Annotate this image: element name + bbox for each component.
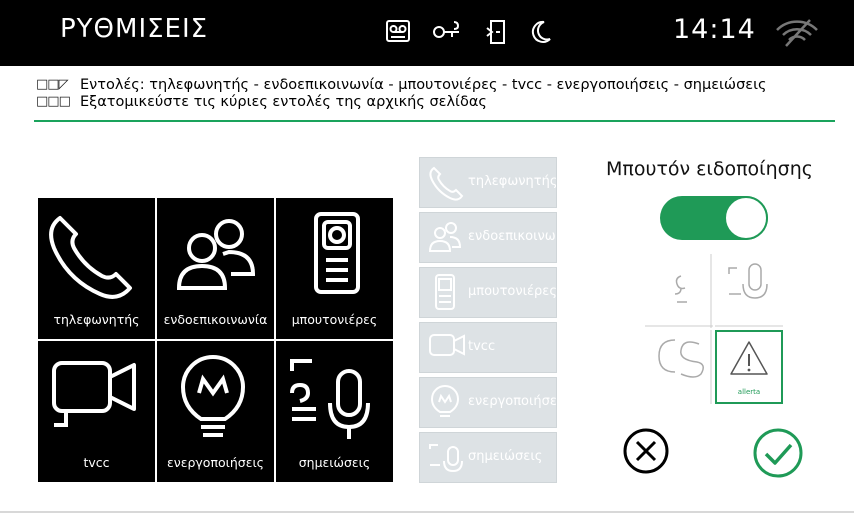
clock: 14:14 [673, 14, 756, 45]
command-grid: τηλεφωνητής ενδοεπικοινωνία μπουτονιέρες… [38, 198, 393, 482]
tile-tvcc[interactable]: tvcc [38, 341, 155, 482]
close-circle-icon [623, 428, 669, 474]
cancel-button[interactable] [622, 427, 670, 475]
tile-activations[interactable]: ενεργοποιήσεις [157, 341, 274, 482]
notes-mic-icon [429, 444, 463, 473]
tile-door-panels[interactable]: μπουτονιέρες [276, 198, 393, 339]
cs-icon [645, 330, 712, 407]
list-item-label: τηλεφωνητής [468, 174, 557, 189]
intercom-users-icon [428, 222, 462, 252]
notif-option-2[interactable] [715, 254, 783, 328]
tile-answering-machine[interactable]: τηλεφωνητής [38, 198, 155, 339]
moon-icon [530, 20, 552, 44]
list-item-label: ενεργοποιήσεις [468, 394, 557, 409]
list-item-answering-machine[interactable]: τηλεφωνητής [419, 157, 557, 208]
phone-ring-icon [645, 254, 713, 328]
notification-button-grid: allerta [645, 254, 785, 408]
notification-toggle[interactable] [660, 196, 768, 240]
toggle-knob [724, 196, 768, 240]
list-item-tvcc[interactable]: tvcc [419, 322, 557, 373]
tile-label: τηλεφωνητής [53, 312, 140, 327]
list-item-label: tvcc [468, 339, 496, 354]
notif-option-alert[interactable]: allerta [715, 330, 783, 404]
list-item-label: μπουτονιέρες [468, 284, 557, 299]
breadcrumb-marks: □□◸ [36, 76, 69, 92]
doorpanel-icon [314, 212, 360, 294]
page-title: ΡΥΘΜΙΣΕΙΣ [60, 14, 209, 44]
camera-icon [429, 334, 465, 356]
bulb-icon [430, 385, 460, 417]
notif-option-1[interactable] [645, 254, 713, 328]
voicemail-icon [386, 20, 410, 42]
tile-label: ενδοεπικοινωνία [163, 312, 268, 327]
phone-icon [429, 166, 464, 201]
tile-intercom[interactable]: ενδοεπικοινωνία [157, 198, 274, 339]
camera-icon [52, 361, 136, 427]
key-icon [432, 20, 462, 42]
notif-option-3[interactable] [645, 330, 713, 407]
tile-label: μπουτονιέρες [291, 312, 378, 327]
tile-label: ενεργοποιήσεις [166, 455, 265, 470]
notes-mic-icon [290, 359, 370, 439]
confirm-button[interactable] [752, 427, 804, 479]
breadcrumb-marks: □□□ [36, 93, 71, 109]
phone-icon [49, 216, 132, 299]
divider [34, 120, 835, 122]
door-icon [486, 20, 506, 44]
intercom-users-icon [176, 219, 256, 290]
breadcrumb-line-2: Εξατομικεύστε τις κύριες εντολές της αρχ… [80, 93, 487, 110]
bulb-icon [180, 355, 246, 437]
list-item-notes[interactable]: σημειώσεις [419, 432, 557, 483]
breadcrumb: □□◸ Εντολές: τηλεφωνητής - ενδοεπικοινων… [36, 76, 836, 110]
breadcrumb-line-1: Εντολές: τηλεφωνητής - ενδοεπικοινωνία -… [80, 76, 767, 93]
list-item-door-panels[interactable]: μπουτονιέρες [419, 267, 557, 318]
list-item-label: σημειώσεις [468, 449, 543, 464]
tile-label: σημειώσεις [298, 455, 371, 470]
alert-label: allerta [737, 388, 761, 396]
warning-icon [730, 341, 768, 375]
list-item-activations[interactable]: ενεργοποιήσεις [419, 377, 557, 428]
tile-label: tvcc [83, 455, 110, 470]
doorpanel-icon [435, 274, 455, 310]
tile-notes[interactable]: σημειώσεις [276, 341, 393, 482]
wifi-off-icon [774, 18, 820, 48]
list-item-label: ενδοεπικοινωνία [468, 229, 556, 244]
list-item-intercom[interactable]: ενδοεπικοινωνία [419, 212, 557, 263]
notes-mic-icon [715, 263, 783, 327]
check-circle-icon [753, 428, 803, 478]
top-bar: ΡΥΘΜΙΣΕΙΣ 14:14 [0, 0, 854, 66]
notification-button-label: Μπουτόν ειδοποίησης [606, 158, 813, 180]
